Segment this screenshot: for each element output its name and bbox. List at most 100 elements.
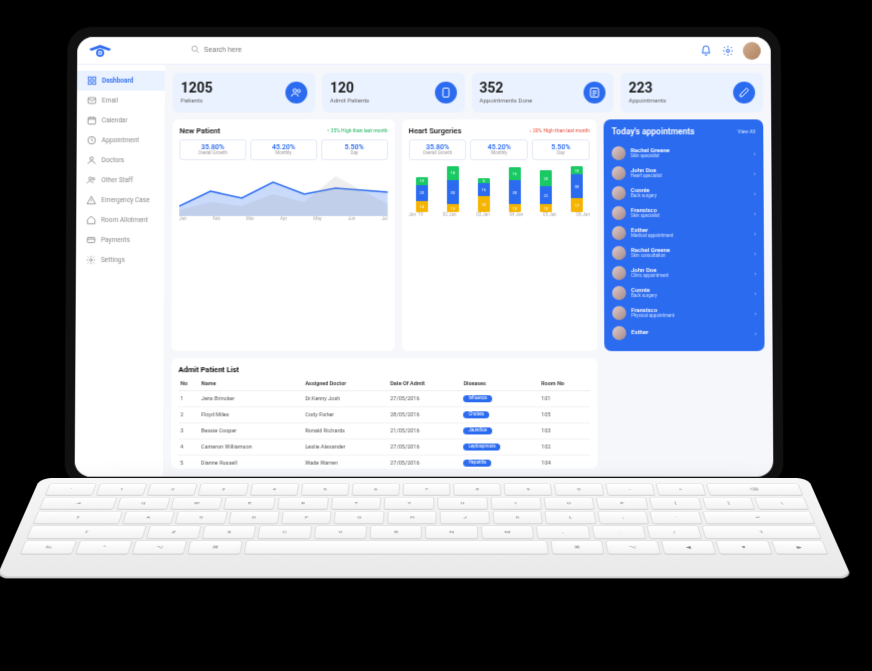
sidebar-item-settings[interactable]: Settings [76, 250, 164, 270]
table-header: Room No [539, 378, 590, 391]
bar-segment: 30 [571, 175, 583, 199]
user-avatar[interactable] [743, 41, 761, 59]
bell-icon[interactable] [699, 43, 713, 57]
avatar [612, 206, 626, 220]
keyboard-key: Q [116, 497, 170, 509]
keyboard-key: ' [649, 511, 702, 524]
chevron-right-icon: › [754, 289, 756, 296]
table-header: Name [199, 378, 303, 391]
app-logo [87, 41, 113, 59]
keyboard-key: B [370, 525, 423, 538]
sidebar-item-label: Emergency Case [101, 196, 149, 204]
stat-card-patients[interactable]: 1205Patients [173, 73, 315, 113]
appointment-item[interactable]: FransiscoSkin specialist› [612, 203, 756, 223]
todays-appointments-panel: Today's appointments View All Rachel Gre… [604, 119, 765, 351]
keyboard-key: 1 [96, 483, 148, 495]
appointment-sub: Back surgery [631, 294, 749, 299]
axis-tick: May [313, 217, 321, 222]
table-header: Assigned Doctor [303, 378, 388, 391]
appointment-item[interactable]: Rachel GreeneSkin consultation› [612, 243, 756, 263]
table-cell: Jaundice [462, 423, 540, 439]
avatar [612, 286, 626, 300]
keyboard-key: ⌥ [132, 540, 188, 554]
appointment-item[interactable]: John DoeClinic appointment› [612, 263, 756, 283]
table-row[interactable]: 3Bessie CooperRonald Richards21/05/2016J… [178, 423, 590, 439]
keyboard-key: 5 [300, 483, 349, 495]
bar-column: 183010 [447, 166, 459, 212]
main-content: 1205Patients120Admit Patients352Appointm… [163, 65, 773, 477]
appointment-item[interactable]: ConnieBack surgery› [612, 183, 756, 203]
sidebar-item-doctors[interactable]: Doctors [77, 150, 165, 170]
keyboard-key: N [426, 525, 479, 538]
keyboard-key: - [605, 483, 656, 495]
appointment-item[interactable]: FransiscoPhysical appointment› [612, 303, 756, 323]
keyboard-key: R [277, 497, 329, 509]
checklist-icon [584, 82, 606, 104]
avatar [612, 326, 626, 340]
appointment-item[interactable]: Esther› [612, 323, 756, 343]
keyboard-key: L [545, 511, 597, 524]
sidebar-item-calendar[interactable]: Calendar [77, 110, 165, 130]
table-cell: Influenza [461, 391, 539, 407]
table-cell: 28/05/2016 [388, 407, 461, 423]
gear-icon[interactable] [721, 43, 735, 57]
appointments-title: Today's appointments [612, 127, 695, 137]
appointment-item[interactable]: EstherMedical appointment› [612, 223, 756, 243]
table-cell: Leptospirosis [462, 439, 540, 455]
stat-card-appointments-done[interactable]: 352Appointments Done [471, 73, 613, 113]
keyboard-key: ⇪ [33, 511, 123, 524]
stat-card-appointments[interactable]: 223Appointments [621, 73, 764, 113]
stat-card-admit-patients[interactable]: 120Admit Patients [322, 73, 464, 113]
table-row[interactable]: 4Cameron WilliamsonLeslie Alexander27/05… [178, 439, 590, 455]
table-row[interactable]: 1Jens BrinckerDr.Kenny Josh27/05/2016Inf… [178, 391, 590, 407]
bar-segment: 14 [416, 201, 428, 212]
sidebar-item-label: Doctors [102, 156, 125, 164]
keyboard-key: W [170, 497, 223, 509]
avatar [612, 146, 626, 160]
table-cell: 3 [178, 423, 199, 439]
sidebar-item-payments[interactable]: Payments [76, 230, 164, 250]
axis-tick: Feb [213, 217, 220, 222]
sidebar-item-dashboard[interactable]: Dashboard [77, 71, 165, 91]
disease-pill: Influenza [464, 395, 492, 402]
gear-icon [86, 255, 96, 265]
table-cell: Hepatitis [462, 455, 540, 469]
appointment-item[interactable]: John DoeHeart specialist› [612, 163, 756, 183]
keyboard-key: F [281, 511, 332, 524]
keyboard-key: I [490, 497, 541, 509]
keyboard: `1234567890-=⌫⇥QWERTYUIOP[]\⇪ASDFGHJKL;'… [0, 478, 852, 578]
chevron-right-icon: › [755, 330, 757, 337]
keyboard-key: ⌃ [76, 540, 133, 554]
sidebar-item-emergency-case[interactable]: Emergency Case [76, 190, 164, 210]
keyboard-key: P [596, 497, 649, 509]
avatar [612, 186, 626, 200]
keyboard-key: J [440, 511, 490, 524]
keyboard-key: \ [754, 497, 809, 509]
bar-segment: 10 [447, 204, 459, 212]
sidebar-item-appointment[interactable]: Appointment [77, 130, 165, 150]
sidebar-item-other-staff[interactable]: Other Staff [76, 170, 164, 190]
bar-segment: 22 [540, 187, 552, 205]
appointment-item[interactable]: Rachel GreeneSkin specialist› [612, 143, 756, 163]
axis-tick: Jan '19 [409, 213, 423, 218]
search-bar[interactable] [191, 45, 691, 56]
keyboard-key: ⌥ [605, 540, 660, 554]
patient-table: NoNameAssigned DoctorDate Of AdmitDiseas… [178, 378, 591, 468]
bar-segment: 18 [447, 166, 459, 180]
appointment-item[interactable]: ConnieBack surgery› [612, 283, 756, 303]
axis-tick: 04 Jan [510, 213, 524, 218]
table-cell: 21/05/2016 [388, 423, 461, 439]
sidebar-item-room-allotment[interactable]: Room Allotment [76, 210, 164, 230]
table-row[interactable]: 5Dianne RussellWade Warren27/05/2016Hepa… [178, 455, 591, 469]
disease-pill: Hepatitis [464, 460, 492, 467]
bar-segment: 10 [509, 204, 521, 212]
view-all-link[interactable]: View All [738, 129, 756, 135]
sidebar-item-email[interactable]: Email [77, 91, 165, 111]
axis-tick: Jul [381, 217, 387, 222]
table-row[interactable]: 2Floyd MilesCody Fisher28/05/2016Cholera… [178, 407, 590, 423]
metric: 5.50%Day [532, 139, 590, 160]
keyboard-key: U [437, 497, 488, 509]
bar-column: 163010 [509, 167, 521, 212]
search-input[interactable] [204, 47, 324, 54]
bar-column: 202210 [540, 171, 552, 212]
